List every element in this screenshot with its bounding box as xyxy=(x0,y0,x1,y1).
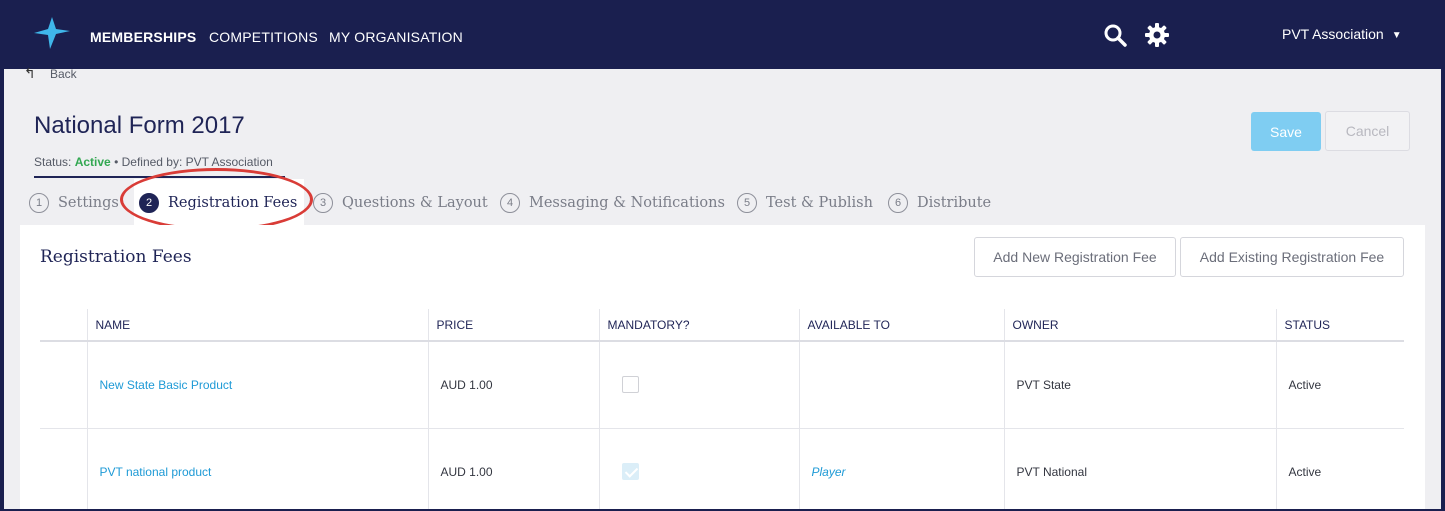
step-label: Messaging & Notifications xyxy=(529,195,725,211)
nav-item-my-organisation[interactable]: MY ORGANISATION xyxy=(329,29,463,45)
back-arrow-icon: ↰ xyxy=(24,65,36,81)
step-number: 4 xyxy=(500,193,520,213)
nav-item-memberships[interactable]: MEMBERSHIPS xyxy=(90,29,196,45)
table-row: New State Basic Product AUD 1.00 PVT Sta… xyxy=(40,341,1404,429)
step-number: 1 xyxy=(29,193,49,213)
panel-title: Registration Fees xyxy=(40,247,192,267)
top-navbar: MEMBERSHIPS COMPETITIONS MY ORGANISATION… xyxy=(0,0,1445,69)
logo-icon[interactable] xyxy=(34,17,70,49)
fee-price: AUD 1.00 xyxy=(427,428,599,511)
column-header-price[interactable]: PRICE xyxy=(427,309,599,342)
back-label: Back xyxy=(50,67,77,81)
organisation-name: PVT Association xyxy=(1282,26,1384,42)
back-link[interactable]: ↰ Back xyxy=(24,65,77,82)
add-new-registration-fee-button[interactable]: Add New Registration Fee xyxy=(974,237,1176,277)
registration-fees-panel: Registration Fees Add New Registration F… xyxy=(20,225,1425,511)
available-to-link[interactable]: Player xyxy=(812,465,846,479)
window-border-right xyxy=(1441,69,1445,511)
column-header-available-to[interactable]: AVAILABLE TO xyxy=(798,309,1004,342)
step-number: 6 xyxy=(888,193,908,213)
mandatory-checkbox[interactable] xyxy=(621,376,639,394)
column-header-mandatory[interactable]: MANDATORY? xyxy=(598,309,799,342)
table-row: PVT national product AUD 1.00 Player PVT… xyxy=(40,428,1404,511)
mandatory-cell xyxy=(598,341,799,429)
fee-status: Active xyxy=(1275,428,1404,511)
available-to-cell: Player xyxy=(798,428,1004,511)
status-prefix: Status: xyxy=(34,155,72,169)
mandatory-checkbox[interactable] xyxy=(621,463,639,480)
step-label: Questions & Layout xyxy=(342,195,488,211)
main-content: ↰ Back National Form 2017 Status: Active … xyxy=(4,65,1441,511)
nav-item-competitions[interactable]: COMPETITIONS xyxy=(209,29,318,45)
step-label: Test & Publish xyxy=(766,195,873,211)
step-distribute[interactable]: 6 Distribute xyxy=(888,193,991,213)
fee-status: Active xyxy=(1275,341,1404,429)
search-icon[interactable] xyxy=(1103,23,1127,47)
mandatory-cell xyxy=(598,428,799,511)
table-header-row: NAME PRICE MANDATORY? AVAILABLE TO OWNER… xyxy=(40,309,1404,342)
add-existing-registration-fee-button[interactable]: Add Existing Registration Fee xyxy=(1180,237,1404,277)
fee-name-link[interactable]: New State Basic Product xyxy=(100,378,233,392)
registration-fees-table: NAME PRICE MANDATORY? AVAILABLE TO OWNER… xyxy=(40,309,1404,511)
highlight-circle xyxy=(120,168,313,231)
step-number: 3 xyxy=(313,193,333,213)
fee-owner: PVT State xyxy=(1003,341,1276,429)
status-badge: Active xyxy=(74,155,111,169)
column-header-handle xyxy=(40,309,87,342)
gear-icon[interactable] xyxy=(1144,22,1170,48)
save-button[interactable]: Save xyxy=(1251,112,1321,151)
step-number: 5 xyxy=(737,193,757,213)
step-messaging-notifications[interactable]: 4 Messaging & Notifications xyxy=(500,193,725,213)
row-handle[interactable] xyxy=(40,341,87,429)
fee-price: AUD 1.00 xyxy=(427,341,599,429)
column-header-name[interactable]: NAME xyxy=(86,309,428,342)
column-header-owner[interactable]: OWNER xyxy=(1003,309,1276,342)
organisation-menu[interactable]: PVT Association ▼ xyxy=(1282,26,1402,42)
fee-name-cell: PVT national product xyxy=(86,428,428,511)
fee-owner: PVT National xyxy=(1003,428,1276,511)
step-questions-layout[interactable]: 3 Questions & Layout xyxy=(313,193,488,213)
available-to-cell xyxy=(798,341,1004,429)
fee-name-cell: New State Basic Product xyxy=(86,341,428,429)
chevron-down-icon: ▼ xyxy=(1391,30,1402,41)
step-label: Settings xyxy=(58,195,119,211)
row-handle[interactable] xyxy=(40,428,87,511)
defined-by: • Defined by: PVT Association xyxy=(114,155,273,169)
step-settings[interactable]: 1 Settings xyxy=(29,193,119,213)
step-test-publish[interactable]: 5 Test & Publish xyxy=(737,193,873,213)
fee-name-link[interactable]: PVT national product xyxy=(100,465,212,479)
step-label: Distribute xyxy=(917,195,992,211)
page-title: National Form 2017 xyxy=(34,112,245,139)
cancel-button[interactable]: Cancel xyxy=(1325,111,1410,151)
column-header-status[interactable]: STATUS xyxy=(1275,309,1404,342)
